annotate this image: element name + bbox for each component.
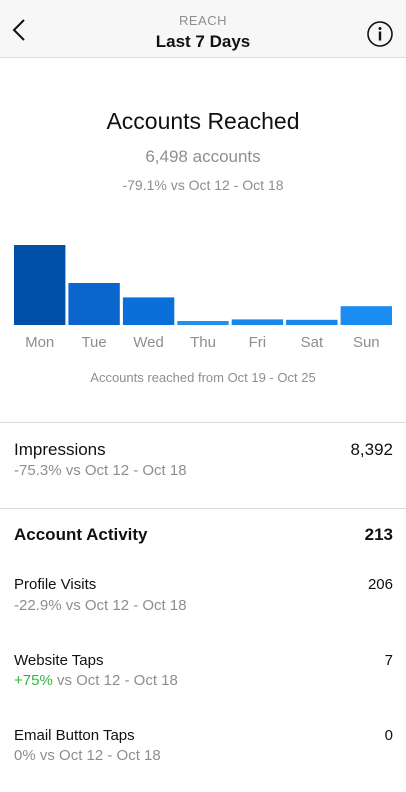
bar-tue (68, 283, 120, 325)
reach-bar-chart: Mon Tue Wed Thu Fri Sat Sun (14, 245, 392, 351)
x-tick-label-mon: Mon (25, 334, 54, 351)
top-bar: REACH Last 7 Days (0, 0, 406, 58)
bar-sat (286, 319, 338, 325)
account-activity-value: 213 (364, 525, 393, 544)
impressions-label: Impressions (14, 440, 106, 459)
profile-visits-change: -22.9% vs Oct 12 - Oct 18 (14, 597, 187, 614)
impressions-value: 8,392 (350, 440, 393, 459)
bar-mon (14, 245, 66, 325)
website-taps-value: 7 (384, 652, 393, 669)
accounts-reached-count: 6,498 accounts (145, 147, 261, 166)
accounts-reached-title: Accounts Reached (106, 108, 300, 134)
profile-visits-label: Profile Visits (14, 576, 97, 593)
website-taps-change-pct: +75% (14, 672, 53, 689)
x-tick-label-wed: Wed (133, 334, 164, 351)
website-taps-label: Website Taps (14, 652, 104, 669)
info-button[interactable] (366, 20, 394, 48)
email-button-taps-value: 0 (384, 727, 393, 744)
profile-visits-change-period: vs Oct 12 - Oct 18 (61, 597, 187, 614)
website-taps-change-period: vs Oct 12 - Oct 18 (52, 672, 178, 689)
x-tick-label-fri: Fri (249, 334, 267, 351)
bar-sun (340, 306, 392, 325)
profile-visits-value: 206 (367, 576, 393, 593)
x-tick-label-sun: Sun (353, 334, 380, 351)
profile-visits-change-pct: -22.9% (14, 597, 62, 614)
accounts-reached-change: -79.1% vs Oct 12 - Oct 18 (122, 177, 284, 193)
info-circle-icon (367, 21, 393, 47)
account-activity-label: Account Activity (14, 525, 148, 544)
email-button-taps-change-period: vs Oct 12 - Oct 18 (35, 747, 161, 764)
bar-fri (231, 319, 284, 325)
email-button-taps-change: 0% vs Oct 12 - Oct 18 (14, 747, 161, 764)
x-tick-label-tue: Tue (81, 334, 106, 351)
email-button-taps-label: Email Button Taps (14, 727, 135, 744)
header-subtitle: REACH (178, 13, 227, 28)
divider (0, 508, 406, 509)
bar-thu (177, 321, 229, 325)
divider (0, 422, 406, 423)
bar-wed (122, 297, 175, 325)
page-title: Last 7 Days (155, 32, 251, 51)
email-button-taps-change-pct: 0% (14, 747, 36, 764)
website-taps-change: +75% vs Oct 12 - Oct 18 (14, 672, 178, 689)
x-tick-label-thu: Thu (190, 334, 216, 351)
x-tick-label-sat: Sat (301, 334, 324, 351)
chart-caption: Accounts reached from Oct 19 - Oct 25 (90, 370, 316, 385)
impressions-change: -75.3% vs Oct 12 - Oct 18 (14, 462, 187, 479)
